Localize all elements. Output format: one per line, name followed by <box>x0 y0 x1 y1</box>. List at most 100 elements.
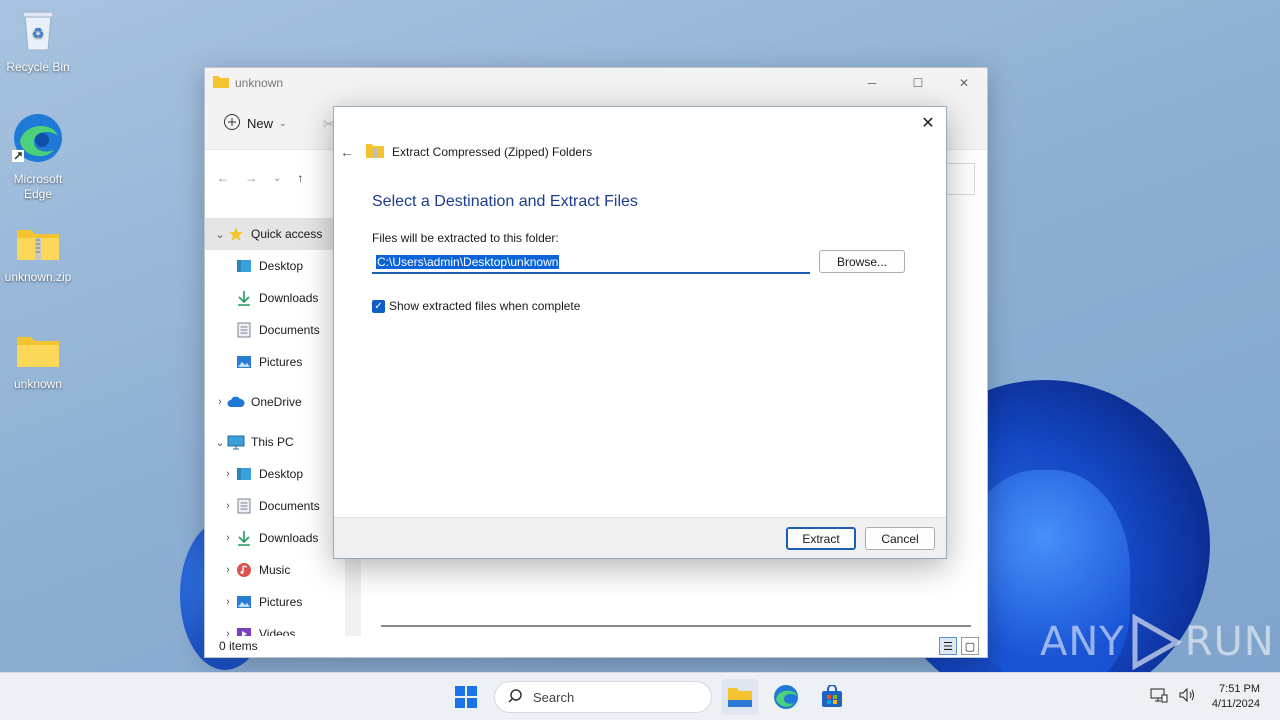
sidebar-item-pictures[interactable]: › Pictures <box>205 586 345 618</box>
new-button[interactable]: New ⌄ <box>223 113 287 134</box>
zip-folder-icon <box>0 226 76 266</box>
download-icon <box>235 290 253 306</box>
destination-path-input[interactable]: C:\Users\admin\Desktop\unknown <box>372 252 810 274</box>
plus-circle-icon <box>223 113 241 134</box>
zip-folder-icon <box>366 143 384 161</box>
details-view-button[interactable]: ☰ <box>939 637 957 655</box>
taskbar-search-placeholder: Search <box>533 689 575 705</box>
clock-date: 4/11/2024 <box>1211 698 1260 710</box>
destination-field-label: Files will be extracted to this folder: <box>372 231 559 245</box>
sidebar-item-downloads[interactable]: Downloads <box>205 282 345 314</box>
taskbar-search[interactable]: Search <box>494 681 712 713</box>
desktop-icon-recycle-bin[interactable]: ♻ Recycle Bin <box>0 8 76 75</box>
sidebar-item-pictures[interactable]: Pictures <box>205 346 345 378</box>
desktop-icon-label: Recycle Bin <box>6 60 70 74</box>
download-icon <box>235 530 253 546</box>
back-arrow-icon[interactable]: ← <box>340 144 358 160</box>
chevron-right-icon[interactable]: › <box>221 500 235 512</box>
svg-text:♻: ♻ <box>32 25 45 41</box>
dialog-footer: Extract Cancel <box>334 517 946 558</box>
document-icon <box>235 498 253 514</box>
show-files-checkbox[interactable]: ✓ <box>372 299 385 313</box>
file-explorer-taskbar-button[interactable] <box>722 679 758 715</box>
chevron-right-icon[interactable]: › <box>221 564 235 576</box>
sidebar-item-desktop[interactable]: Desktop <box>205 250 345 282</box>
up-arrow-icon[interactable]: ↑ <box>297 171 303 185</box>
horizontal-scrollbar[interactable] <box>381 625 971 627</box>
sidebar-item-label: This PC <box>251 435 294 449</box>
sidebar-item-downloads[interactable]: › Downloads <box>205 522 345 554</box>
minimize-button[interactable]: ─ <box>849 68 895 98</box>
status-bar-count: 0 items <box>219 639 258 653</box>
sidebar-item-label: Desktop <box>259 259 304 273</box>
start-button[interactable] <box>448 679 484 715</box>
close-button[interactable]: ✕ <box>941 68 987 98</box>
chevron-down-icon[interactable]: ⌄ <box>213 228 227 241</box>
chevron-right-icon[interactable]: › <box>221 596 235 608</box>
chevron-down-icon: ⌄ <box>279 118 287 128</box>
search-box[interactable] <box>943 163 975 195</box>
clock-time: 7:51 PM <box>1219 683 1260 695</box>
chevron-right-icon[interactable]: › <box>221 532 235 544</box>
cancel-button[interactable]: Cancel <box>865 527 935 550</box>
maximize-button[interactable]: ☐ <box>895 68 941 98</box>
star-icon <box>227 226 245 242</box>
picture-icon <box>235 595 253 609</box>
watermark-text-right: RUN <box>1184 619 1275 665</box>
back-arrow-icon[interactable]: ← <box>217 171 229 185</box>
folder-icon <box>213 75 229 91</box>
chevron-down-icon[interactable]: ⌄ <box>273 173 281 184</box>
desktop-icon-zip[interactable]: unknown.zip <box>0 226 76 285</box>
sidebar-item-desktop[interactable]: › Desktop <box>205 458 345 490</box>
sidebar-item-label: Documents <box>259 499 320 513</box>
sidebar-item-documents[interactable]: Documents <box>205 314 345 346</box>
sidebar-item-quick-access[interactable]: ⌄ Quick access <box>205 218 345 250</box>
chevron-right-icon[interactable]: › <box>213 396 227 408</box>
extract-button[interactable]: Extract <box>786 527 856 550</box>
play-logo-icon <box>1132 613 1182 671</box>
chevron-right-icon[interactable]: › <box>221 628 235 636</box>
cloud-icon <box>227 396 245 408</box>
extract-dialog: ✕ ← Extract Compressed (Zipped) Folders … <box>333 106 947 559</box>
explorer-titlebar[interactable]: unknown ─ ☐ ✕ <box>205 68 987 98</box>
sidebar-item-label: Videos <box>259 627 296 636</box>
dialog-close-button[interactable]: ✕ <box>918 113 938 133</box>
chevron-right-icon[interactable]: › <box>221 468 235 480</box>
show-files-checkbox-label: Show extracted files when complete <box>389 299 581 313</box>
recycle-bin-icon: ♻ <box>0 8 76 56</box>
file-explorer-icon <box>728 688 752 707</box>
sidebar-item-documents[interactable]: › Documents <box>205 490 345 522</box>
forward-arrow-icon[interactable]: → <box>245 171 257 185</box>
watermark-text-left: ANY <box>1040 619 1125 665</box>
desktop-icon-label: unknown <box>13 377 63 391</box>
sidebar-item-label: Downloads <box>259 291 319 305</box>
tiles-view-button[interactable]: ▢ <box>961 637 979 655</box>
edge-icon <box>774 685 798 709</box>
desktop-icon-folder[interactable]: unknown <box>0 333 76 392</box>
sidebar-item-onedrive[interactable]: › OneDrive <box>205 386 345 418</box>
browse-button[interactable]: Browse... <box>819 250 905 273</box>
store-taskbar-button[interactable] <box>814 679 850 715</box>
chevron-down-icon[interactable]: ⌄ <box>213 436 227 449</box>
sidebar-item-music[interactable]: › Music <box>205 554 345 586</box>
sidebar-item-label: OneDrive <box>251 395 302 409</box>
taskbar-clock[interactable]: 7:51 PM 4/11/2024 <box>1212 682 1260 712</box>
volume-icon[interactable] <box>1178 687 1196 706</box>
sidebar-item-label: Desktop <box>259 467 304 481</box>
edge-icon <box>0 112 76 168</box>
computer-icon <box>227 435 245 450</box>
sidebar-item-label: Pictures <box>259 595 303 609</box>
anyrun-watermark: ANY RUN <box>1040 612 1275 672</box>
sidebar-item-this-pc[interactable]: ⌄ This PC <box>205 426 345 458</box>
edge-taskbar-button[interactable] <box>768 679 804 715</box>
show-files-checkbox-row[interactable]: ✓ Show extracted files when complete <box>372 299 580 313</box>
sidebar-item-label: Music <box>259 563 291 577</box>
desktop-icon-label: Microsoft Edge <box>13 172 63 201</box>
network-icon[interactable] <box>1150 687 1168 706</box>
desktop-icon-edge[interactable]: Microsoft Edge <box>0 112 76 202</box>
search-icon <box>507 688 523 707</box>
store-icon <box>822 685 842 707</box>
sidebar-item-videos[interactable]: › Videos <box>205 618 345 636</box>
sidebar-item-label: Documents <box>259 323 320 337</box>
desktop-icon-label: unknown.zip <box>4 270 72 284</box>
